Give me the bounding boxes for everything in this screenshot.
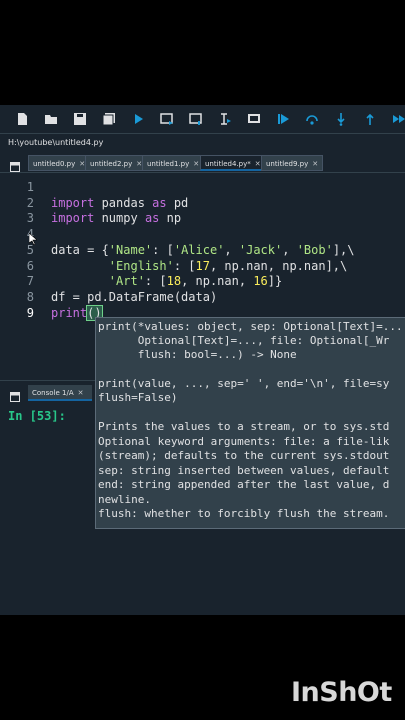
calltip-line: flush: bool=...) -> None: [98, 348, 297, 361]
tab-label: untitled1.py: [147, 160, 190, 168]
continue-icon[interactable]: [392, 112, 405, 126]
console-tab-label: Console 1/A: [32, 389, 74, 397]
calltip-line: newline.: [98, 493, 151, 506]
spyder-ide-window: H:\youtube\untitled4.py untitled0.py ✕ un…: [0, 105, 405, 615]
calltip-line: flush: whether to forcibly flush the str…: [98, 507, 390, 520]
tab-untitled4[interactable]: untitled4.py* ✕: [200, 155, 266, 171]
calltip-line: flush=False): [98, 391, 178, 404]
calltip-line: sep: string inserted between values, def…: [98, 464, 390, 477]
line-number: 7: [26, 274, 34, 288]
console-tab[interactable]: Console 1/A ✕: [28, 385, 92, 401]
code-line-8: df = pd.DataFrame(data): [51, 290, 218, 304]
calltip-line: print(*values: object, sep: Optional[Tex…: [98, 320, 403, 333]
calltip-popup: print(*values: object, sep: Optional[Tex…: [95, 317, 405, 529]
tab-untitled2[interactable]: untitled2.py ✕: [85, 155, 148, 171]
tab-label: untitled2.py: [90, 160, 133, 168]
close-icon[interactable]: ✕: [78, 389, 84, 397]
new-file-icon[interactable]: [15, 112, 29, 126]
code-line-9: print(): [51, 305, 103, 321]
code-line-7: 'Art': [18, np.nan, 16]}: [108, 274, 283, 288]
line-number: 5: [26, 243, 34, 257]
debug-icon[interactable]: [276, 112, 290, 126]
mouse-cursor-icon: [29, 233, 37, 245]
debug-cursor-icon[interactable]: [247, 112, 261, 126]
file-path-label: H:\youtube\untitled4.py: [0, 134, 405, 152]
code-line-2: import pandas as pd: [51, 196, 189, 210]
tab-untitled1[interactable]: untitled1.py ✕: [142, 155, 205, 171]
code-line-6: 'English': [17, np.nan, np.nan],\: [108, 259, 348, 273]
calltip-line: (stream); defaults to the current sys.st…: [98, 449, 390, 462]
step-into-icon[interactable]: [334, 112, 348, 126]
editor-tab-bar: untitled0.py ✕ untitled2.py ✕ untitled1.py…: [0, 152, 405, 173]
close-icon[interactable]: ✕: [312, 160, 318, 168]
step-return-icon[interactable]: [363, 112, 377, 126]
tab-label: untitled9.py: [266, 160, 309, 168]
console-prompt: In [53]:: [8, 409, 66, 423]
main-toolbar: [0, 105, 405, 134]
step-icon[interactable]: [305, 112, 319, 126]
calltip-line: end: string appended after the last valu…: [98, 478, 390, 491]
tab-untitled0[interactable]: untitled0.py ✕: [28, 155, 91, 171]
tab-label: untitled0.py: [33, 160, 76, 168]
calltip-line: print(value, ..., sep=' ', end='\n', fil…: [98, 377, 390, 390]
line-number: 6: [26, 259, 34, 273]
line-number: 1: [26, 180, 34, 194]
current-line-number: 9: [26, 306, 34, 320]
code-line-5: data = {'Name': ['Alice', 'Jack', 'Bob']…: [51, 243, 355, 257]
calltip-line: Optional[Text]=..., file: Optional[_Wr: [98, 334, 390, 347]
run-cell-icon[interactable]: [160, 112, 174, 126]
line-number-gutter: 1 2 3 4 5 6 7 8 9: [6, 173, 42, 373]
close-icon[interactable]: ✕: [255, 160, 261, 168]
line-number: 3: [26, 211, 34, 225]
pane-options-icon[interactable]: [10, 387, 20, 402]
calltip-line: Prints the values to a stream, or to sys…: [98, 420, 390, 433]
tab-options-icon[interactable]: [10, 157, 20, 172]
save-icon[interactable]: [73, 112, 87, 126]
inshot-watermark: InShOt: [291, 677, 392, 708]
run-icon[interactable]: [131, 112, 145, 126]
save-all-icon[interactable]: [102, 112, 116, 126]
line-number: 8: [26, 290, 34, 304]
tab-untitled9[interactable]: untitled9.py ✕: [261, 155, 324, 171]
run-selection-icon[interactable]: [218, 112, 232, 126]
run-cell-advance-icon[interactable]: [189, 112, 203, 126]
open-folder-icon[interactable]: [44, 112, 58, 126]
calltip-line: Optional keyword arguments: file: a file…: [98, 435, 390, 448]
line-number: 2: [26, 196, 34, 210]
code-line-3: import numpy as np: [51, 211, 182, 225]
tab-label: untitled4.py*: [205, 160, 251, 168]
close-icon[interactable]: ✕: [193, 160, 199, 168]
